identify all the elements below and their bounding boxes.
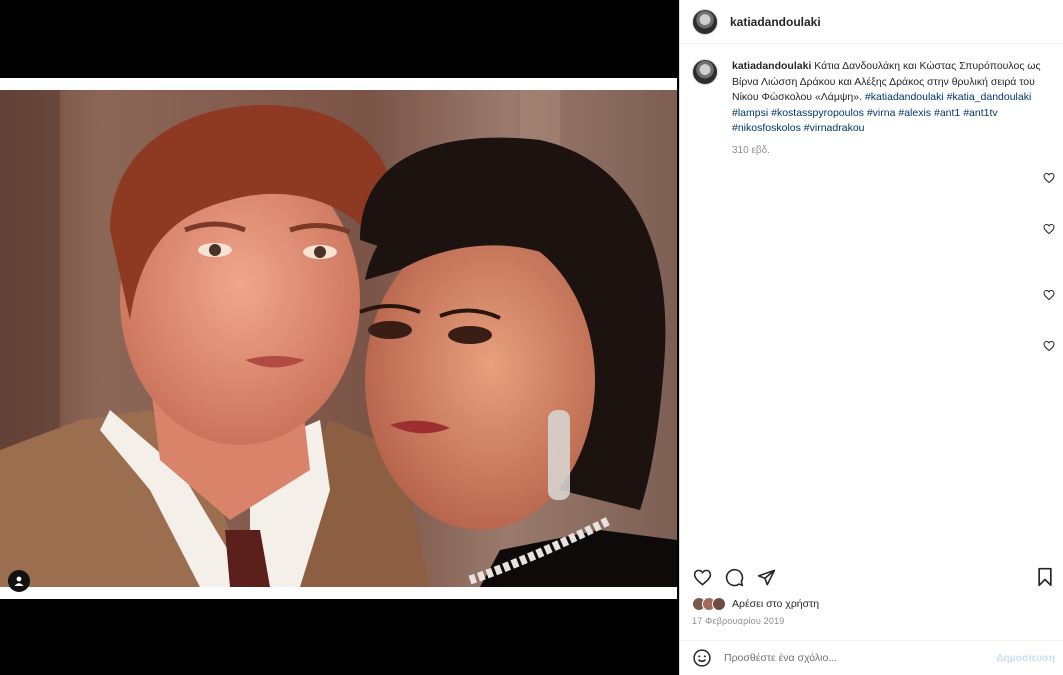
bookmark-icon[interactable] [1035,567,1055,587]
hashtag-link[interactable]: #kostasspyropoulos [771,107,864,119]
comments-section[interactable]: katiadandoulaki Κάτια Δανδουλάκη και Κώσ… [680,45,1063,565]
avatar[interactable] [692,8,718,35]
liker-avatar[interactable] [712,597,726,611]
user-tag-icon[interactable] [8,570,30,592]
hashtag-link[interactable]: #virnadrakou [804,122,865,134]
hashtag-link[interactable]: #nikosfoskolos [732,122,801,134]
smiley-face-icon[interactable] [692,648,712,668]
hashtag-link[interactable]: #ant1tv [963,107,997,119]
comment-bubble-icon[interactable] [724,567,744,587]
likes-text[interactable]: Αρέσει στο χρήστη [732,598,819,610]
likes-row: Αρέσει στο χρήστη [692,597,819,611]
heart-outline-icon[interactable] [692,567,712,587]
post-date[interactable]: 17 Φεβρουαρίου 2019 [692,616,785,626]
photo-frame [0,78,677,599]
hashtag-link[interactable]: #ant1 [934,107,960,119]
post-media [0,0,677,675]
hashtag-link[interactable]: #alexis [898,107,931,119]
caption: katiadandoulaki Κάτια Δανδουλάκη και Κώσ… [680,45,1063,158]
caption-time[interactable]: 310 εβδ. [732,143,1051,159]
heart-icon[interactable] [1043,223,1055,235]
post-side-panel: katiadandoulaki katiadandoulaki Κάτια Δα… [679,0,1063,675]
comment-input[interactable] [724,652,984,664]
heart-icon[interactable] [1043,289,1055,301]
post-photo[interactable] [0,90,677,587]
header-username[interactable]: katiadandoulaki [730,15,821,29]
post-header: katiadandoulaki [680,0,1063,44]
hashtag-link[interactable]: #katiadandoulaki [865,91,944,103]
comment-bar: Δημοσίευση [680,640,1063,675]
action-bar [680,563,1063,591]
caption-body: katiadandoulaki Κάτια Δανδουλάκη και Κώσ… [732,59,1051,158]
post-comment-button[interactable]: Δημοσίευση [996,653,1055,664]
hashtag-link[interactable]: #lampsi [732,107,768,119]
heart-icon[interactable] [1043,172,1055,184]
caption-avatar[interactable] [692,59,718,85]
hashtag-link[interactable]: #katia_dandoulaki [947,91,1032,103]
heart-icon[interactable] [1043,340,1055,352]
hashtag-link[interactable]: #virna [867,107,896,119]
paper-plane-icon[interactable] [756,567,776,587]
caption-username[interactable]: katiadandoulaki [732,60,811,72]
